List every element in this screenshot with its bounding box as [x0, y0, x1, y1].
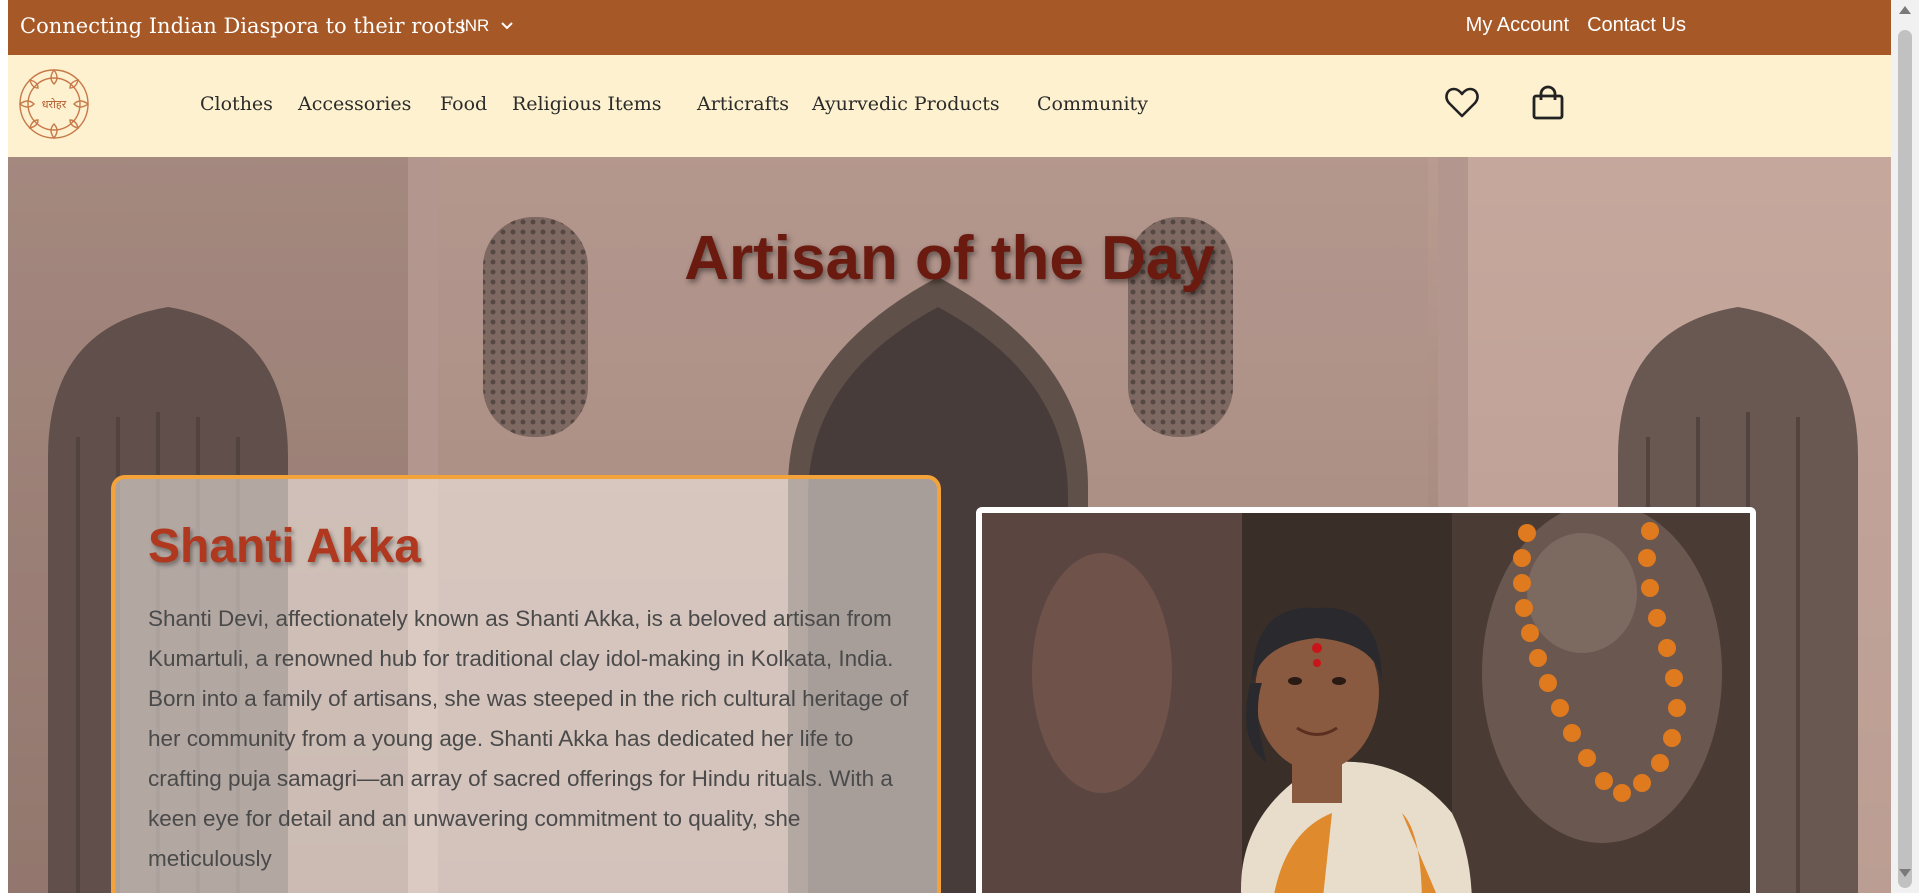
menu-item-ayurvedic-products[interactable]: Ayurvedic Products	[812, 93, 1000, 115]
chevron-down-icon	[501, 22, 513, 30]
menu-item-accessories[interactable]: Accessories	[298, 93, 411, 115]
logo-text: धरोहर	[42, 98, 67, 111]
shopping-bag-icon[interactable]	[1530, 85, 1566, 121]
brand-logo[interactable]: धरोहर	[14, 64, 94, 144]
menu-item-community[interactable]: Community	[1037, 93, 1148, 115]
main-nav: धरोहर Clothes Accessories Food Religious…	[8, 55, 1891, 157]
currency-label: INR	[460, 16, 490, 35]
scroll-up-arrow-icon[interactable]	[1899, 6, 1911, 14]
artisan-card: Shanti Akka Shanti Devi, affectionately …	[111, 475, 941, 893]
my-account-link[interactable]: My Account	[1466, 14, 1569, 37]
artisan-photo-frame	[976, 507, 1756, 893]
top-bar: Connecting Indian Diaspora to their root…	[8, 0, 1891, 55]
scroll-down-arrow-icon[interactable]	[1899, 869, 1911, 877]
artisan-bio: Shanti Devi, affectionately known as Sha…	[148, 606, 909, 871]
artisan-hero: Artisan of the Day Shanti Akka Shanti De…	[8, 157, 1891, 893]
contact-us-link[interactable]: Contact Us	[1587, 14, 1686, 37]
vertical-scrollbar[interactable]	[1891, 0, 1919, 893]
artisan-name: Shanti Akka	[148, 520, 421, 573]
top-links: My Account Contact Us	[1466, 14, 1686, 37]
hero-title: Artisan of the Day	[684, 224, 1215, 293]
tagline: Connecting Indian Diaspora to their root…	[20, 14, 466, 38]
currency-selector[interactable]: INR	[460, 16, 515, 36]
menu-item-religious-items[interactable]: Religious Items	[512, 93, 662, 115]
menu-item-clothes[interactable]: Clothes	[200, 93, 273, 115]
menu-item-food[interactable]: Food	[440, 93, 487, 115]
menu-item-articrafts[interactable]: Articrafts	[697, 93, 789, 115]
artisan-photo	[982, 513, 1750, 893]
artisan-portrait-image	[982, 513, 1750, 893]
scrollbar-thumb[interactable]	[1898, 30, 1912, 888]
heart-icon[interactable]	[1444, 85, 1480, 121]
page: Connecting Indian Diaspora to their root…	[8, 0, 1891, 893]
